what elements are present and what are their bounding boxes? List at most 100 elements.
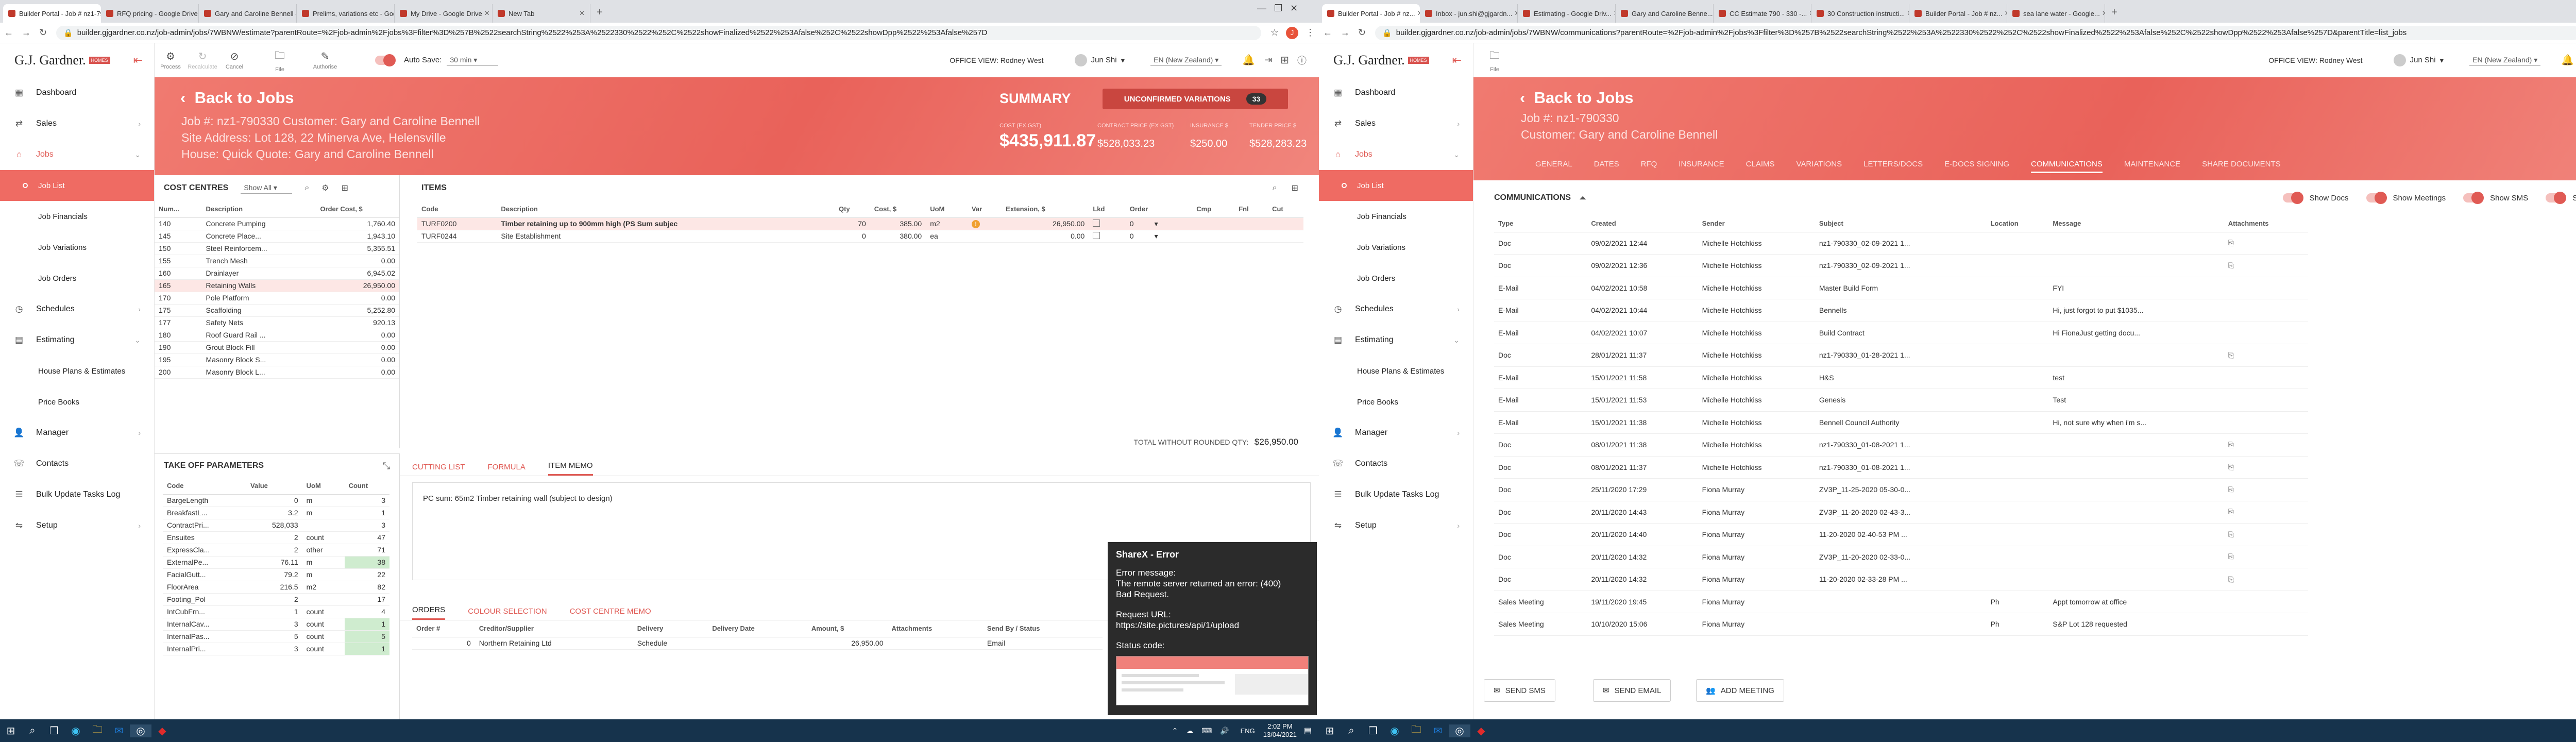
table-cell[interactable]: 3.2 [246, 507, 302, 519]
tab-item-memo[interactable]: ITEM MEMO [548, 461, 593, 476]
sharex-error-toast[interactable]: ShareX - Error Error message: The remote… [1108, 542, 1317, 715]
table-row[interactable]: Doc 08/01/2021 11:38 Michelle Hotchkiss nz1… [1494, 433, 2308, 457]
column-header[interactable]: Num... [155, 201, 202, 218]
table-cell[interactable]: 0 [246, 494, 302, 507]
table-row[interactable]: Doc 09/02/2021 12:36 Michelle Hotchkiss nz1… [1494, 254, 2308, 277]
table-row[interactable]: E-Mail 04/02/2021 10:44 Michelle Hotchkiss… [1494, 299, 2308, 322]
tab-letters-docs[interactable]: LETTERS/DOCS [1863, 160, 1923, 173]
sidebar-subitem-job-list[interactable]: Job List [0, 170, 154, 201]
order-value[interactable]: 0 [1130, 232, 1134, 240]
send-sms-button[interactable]: ✉ SEND SMS [1484, 679, 1555, 702]
acrobat-icon[interactable]: ◆ [1470, 724, 1492, 737]
sidebar-item-sales[interactable]: ⇄ Sales › [1319, 108, 1473, 139]
right-url-field[interactable]: 🔒 builder.gjgardner.co.nz/job-admin/jobs/… [1375, 25, 2576, 40]
table-row[interactable]: TURF0244 Site Establishment 0 380.00 ea 0.00 0… [417, 230, 1303, 243]
sidebar-item-estimating[interactable]: ▤ Estimating ⌄ [1319, 325, 1473, 356]
file-button[interactable]: 🗀 File [264, 48, 296, 73]
table-row[interactable]: FacialGutt... 79.2 m 22 [163, 568, 389, 581]
close-icon[interactable]: ✕ [1905, 9, 1909, 18]
tab-e-docs-signing[interactable]: E-DOCS SIGNING [1944, 160, 2009, 173]
back-to-jobs-link[interactable]: ‹ Back to Jobs [180, 89, 294, 107]
table-row[interactable]: E-Mail 04/02/2021 10:58 Michelle Hotchkiss… [1494, 277, 2308, 299]
star-icon[interactable]: ☆ [1270, 27, 1279, 38]
add-meeting-button[interactable]: 👥 ADD MEETING [1696, 679, 1784, 702]
attachment-icon[interactable]: ⎘ [2228, 530, 2234, 538]
left-window-controls[interactable]: — ❐ ✕ [1257, 3, 1298, 14]
table-row[interactable]: 170 Pole Platform 0.00 [155, 292, 399, 305]
tab-formula[interactable]: FORMULA [488, 463, 526, 476]
table-row[interactable]: Doc 20/11/2020 14:40 Fiona Murray 11-20-202… [1494, 523, 2308, 546]
reload-icon[interactable]: ↻ [39, 27, 47, 38]
cost-centres-filter[interactable]: Show All ▾ [241, 182, 293, 194]
edge-icon[interactable]: ◉ [65, 724, 87, 737]
cancel-button[interactable]: ⊘ Cancel [218, 50, 250, 70]
tab-rfq[interactable]: RFQ [1641, 160, 1657, 173]
attachment-icon[interactable]: ⎘ [2228, 261, 2234, 269]
toggle-switch[interactable] [2546, 192, 2567, 204]
browser-tab[interactable]: CC Estimate 790 - 330 -...✕ [1714, 4, 1811, 23]
tab-dates[interactable]: DATES [1594, 160, 1619, 173]
forward-icon[interactable]: → [1341, 27, 1350, 38]
sidebar-item-schedules[interactable]: ◷ Schedules › [1319, 294, 1473, 325]
recalculate-button[interactable]: ↻ Recalculate [187, 50, 218, 70]
table-row[interactable]: BreakfastL... 3.2 m 1 [163, 507, 389, 519]
toggle-show-docs[interactable]: Show Docs [2282, 192, 2349, 204]
column-header[interactable]: Code [417, 201, 497, 218]
tab-general[interactable]: GENERAL [1535, 160, 1572, 173]
locked-checkbox[interactable] [1093, 231, 1100, 239]
edge-icon[interactable]: ◉ [1384, 724, 1405, 737]
export-icon[interactable]: ⇥ [1264, 55, 1272, 65]
table-cell[interactable]: 3 [246, 643, 302, 655]
table-row[interactable]: 190 Grout Block Fill 0.00 [155, 341, 399, 354]
sidebar-item-setup[interactable]: ⇋ Setup › [0, 510, 154, 541]
sidebar-subitem-job-variations[interactable]: Job Variations [0, 232, 154, 263]
attachment-icon[interactable]: ⎘ [2228, 575, 2234, 583]
column-header[interactable]: Type [1494, 215, 1587, 232]
toggle-show-sms[interactable]: Show SMS [2463, 192, 2528, 204]
table-row[interactable]: 0 Northern Retaining Ltd Schedule 26,950.00… [412, 637, 1103, 650]
table-row[interactable]: E-Mail 04/02/2021 10:07 Michelle Hotchkiss… [1494, 322, 2308, 344]
sidebar-item-jobs[interactable]: ⌂ Jobs ⌄ [0, 139, 154, 170]
sidebar-item-schedules[interactable]: ◷ Schedules › [0, 294, 154, 325]
tab-communications[interactable]: COMMUNICATIONS [2031, 160, 2103, 173]
browser-tab[interactable]: Gary and Caroline Bennell - ZV3...✕ [199, 4, 297, 23]
toggle-switch[interactable] [2366, 192, 2387, 204]
sidebar-item-jobs[interactable]: ⌂ Jobs ⌄ [1319, 139, 1473, 170]
sidebar-item-manager[interactable]: 👤 Manager › [0, 417, 154, 448]
brand-logo[interactable]: G.J. Gardner. HOMES ⇤ [1319, 43, 1473, 77]
column-header[interactable]: Delivery Date [708, 620, 807, 637]
file-button[interactable]: 🗀 File [1479, 48, 1511, 73]
search-icon[interactable]: ⌕ [1341, 725, 1362, 737]
add-icon[interactable]: ⊞ [1292, 183, 1298, 193]
attachment-icon[interactable]: ⎘ [2228, 239, 2234, 247]
attachment-icon[interactable]: ⎘ [2228, 508, 2234, 516]
sidebar-subitem-job-list[interactable]: Job List [1319, 170, 1473, 201]
sidebar-item-setup[interactable]: ⇋ Setup › [1319, 510, 1473, 541]
windows-start-icon[interactable]: ⊞ [1319, 724, 1341, 737]
sidebar-item-bulk-update-tasks-log[interactable]: ☰ Bulk Update Tasks Log [1319, 479, 1473, 510]
sidebar-item-manager[interactable]: 👤 Manager › [1319, 417, 1473, 448]
back-to-jobs-link[interactable]: ‹ Back to Jobs [1520, 89, 1634, 107]
tab-claims[interactable]: CLAIMS [1746, 160, 1775, 173]
sidebar-item-contacts[interactable]: ☏ Contacts [1319, 448, 1473, 479]
forward-icon[interactable]: → [22, 27, 31, 38]
auto-save-select[interactable]: 30 min ▾ [447, 55, 499, 66]
region-select[interactable]: EN (New Zealand) ▾ [1150, 55, 1222, 66]
sidebar-item-bulk-update-tasks-log[interactable]: ☰ Bulk Update Tasks Log [0, 479, 154, 510]
table-row[interactable]: ExpressCla... 2 other 71 [163, 544, 389, 556]
column-header[interactable]: Cost, $ [870, 201, 926, 218]
table-row[interactable]: E-Mail 15/01/2021 11:58 Michelle Hotchkiss… [1494, 366, 2308, 389]
column-header[interactable]: Message [2048, 215, 2224, 232]
column-header[interactable]: Subject [1815, 215, 1987, 232]
sidebar-item-dashboard[interactable]: ▦ Dashboard [0, 77, 154, 108]
notification-icon[interactable]: ▤ [1304, 726, 1312, 736]
explorer-icon[interactable]: 🗀 [1405, 722, 1427, 739]
column-header[interactable]: Var [967, 201, 1002, 218]
sidebar-item-estimating[interactable]: ▤ Estimating ⌄ [0, 325, 154, 356]
order-value[interactable]: 0 [1130, 220, 1134, 228]
table-row[interactable]: 140 Concrete Pumping 1,760.40 [155, 217, 399, 230]
table-row[interactable]: IntCubFrn... 1 count 4 [163, 605, 389, 618]
table-cell[interactable]: 3 [246, 618, 302, 631]
collapse-sidebar-icon[interactable]: ⇤ [133, 54, 143, 67]
chrome-icon[interactable]: ◎ [130, 724, 151, 737]
